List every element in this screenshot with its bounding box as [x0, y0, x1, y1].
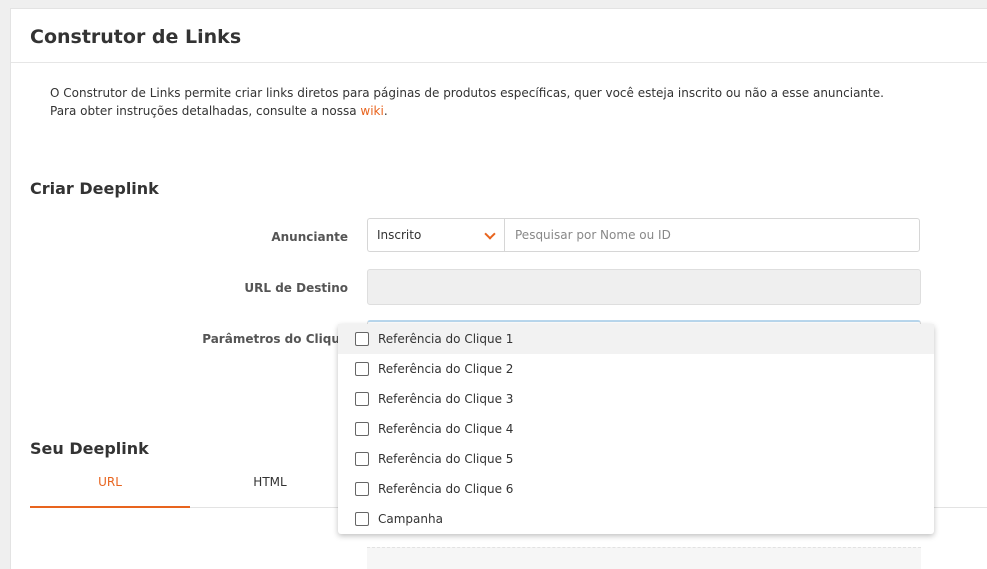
chevron-down-icon: [484, 228, 496, 240]
checkbox[interactable]: [355, 512, 369, 526]
destination-url-label: URL de Destino: [244, 281, 348, 295]
option-click-ref-4[interactable]: Referência do Clique 4: [338, 414, 934, 444]
click-params-label: Parâmetros do Clique: [202, 332, 348, 346]
page-title: Construtor de Links: [30, 26, 242, 48]
title-divider: [11, 62, 987, 63]
click-params-dropdown: Referência do Clique 1 Referência do Cli…: [338, 324, 934, 534]
option-label: Referência do Clique 3: [378, 392, 514, 406]
advertiser-label: Anunciante: [271, 230, 348, 244]
intro-text: O Construtor de Links permite criar link…: [50, 84, 884, 120]
option-label: Referência do Clique 5: [378, 452, 514, 466]
advertiser-status-value: Inscrito: [377, 228, 422, 242]
option-campaign[interactable]: Campanha: [338, 504, 934, 534]
intro-line-2: Para obter instruções detalhadas, consul…: [50, 102, 884, 120]
tab-html[interactable]: HTML: [190, 469, 350, 506]
intro-line-2-prefix: Para obter instruções detalhadas, consul…: [50, 104, 361, 118]
destination-url-input[interactable]: [367, 269, 921, 305]
tab-url[interactable]: URL: [30, 469, 190, 508]
checkbox[interactable]: [355, 482, 369, 496]
wiki-link[interactable]: wiki: [360, 104, 383, 118]
checkbox[interactable]: [355, 332, 369, 346]
checkbox[interactable]: [355, 362, 369, 376]
your-deeplink-heading: Seu Deeplink: [30, 439, 149, 458]
advertiser-status-select[interactable]: Inscrito: [367, 218, 504, 252]
option-click-ref-3[interactable]: Referência do Clique 3: [338, 384, 934, 414]
option-label: Referência do Clique 4: [378, 422, 514, 436]
option-label: Referência do Clique 1: [378, 332, 514, 346]
option-click-ref-2[interactable]: Referência do Clique 2: [338, 354, 934, 384]
option-click-ref-6[interactable]: Referência do Clique 6: [338, 474, 934, 504]
option-click-ref-5[interactable]: Referência do Clique 5: [338, 444, 934, 474]
checkbox[interactable]: [355, 422, 369, 436]
create-deeplink-heading: Criar Deeplink: [30, 179, 159, 198]
option-label: Referência do Clique 6: [378, 482, 514, 496]
checkbox[interactable]: [355, 452, 369, 466]
option-label: Referência do Clique 2: [378, 362, 514, 376]
advertiser-search-input[interactable]: [504, 218, 920, 252]
intro-line-2-suffix: .: [383, 104, 388, 118]
option-label: Campanha: [378, 512, 443, 526]
option-click-ref-1[interactable]: Referência do Clique 1: [338, 324, 934, 354]
checkbox[interactable]: [355, 392, 369, 406]
intro-line-1: O Construtor de Links permite criar link…: [50, 86, 884, 100]
deeplink-output[interactable]: [367, 547, 921, 569]
